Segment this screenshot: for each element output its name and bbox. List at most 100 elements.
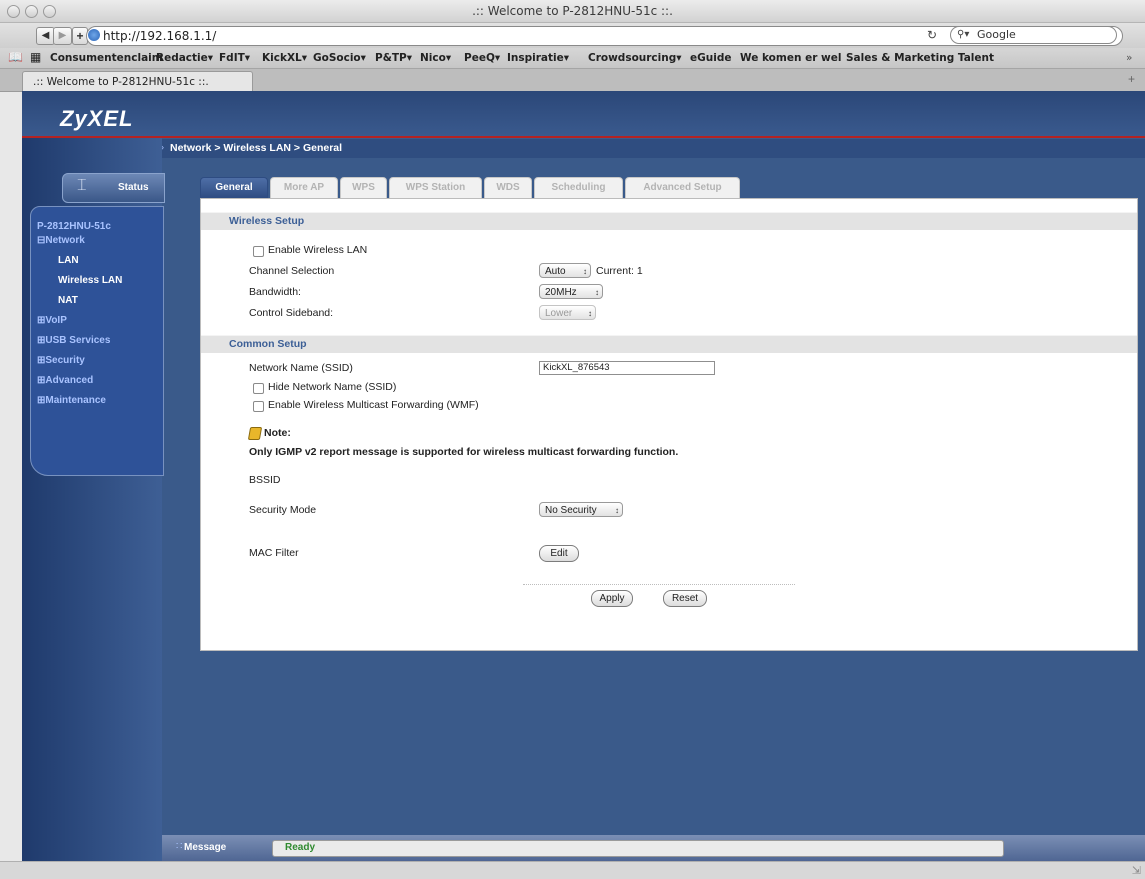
nav-security[interactable]: ⊞Security [37,355,85,366]
tab-wds[interactable]: WDS [484,177,532,198]
select-value: 20MHz [545,287,577,298]
note-title: Note: [264,427,291,439]
router-device-icon: ⌶ [77,177,87,194]
globe-icon [88,29,100,41]
bookmark-item[interactable]: Sales & Marketing Talent [846,52,994,64]
apply-button[interactable]: Apply [591,590,633,607]
tab-general[interactable]: General [200,177,268,198]
top-sites-grid-icon[interactable]: ▦ [30,50,41,64]
ssid-input[interactable] [539,361,715,375]
browser-tab[interactable]: .:: Welcome to P-2812HNU-51c ::. [22,71,253,92]
zyxel-logo: ZyXEL [60,106,134,131]
note-icon [247,427,263,440]
breadcrumb: Network > Wireless LAN > General [170,142,343,154]
new-tab-button[interactable]: + [1128,72,1135,86]
message-bar: ∷ Message Ready [162,835,1145,861]
tab-more-ap[interactable]: More AP [270,177,338,198]
bookmark-item[interactable]: GoSocio▾ [313,52,366,64]
section-title: Common Setup [229,338,307,350]
search-field[interactable]: ⚲▾ Google [950,26,1117,44]
bookmark-item[interactable]: eGuide [690,52,731,64]
header-divider [22,136,1145,138]
bookmark-item[interactable]: FdIT▾ [219,52,250,64]
nav-advanced[interactable]: ⊞Advanced [37,375,93,386]
tab-advanced-setup[interactable]: Advanced Setup [625,177,740,198]
model-name: P-2812HNU-51c [37,221,111,232]
bookmark-item[interactable]: Consumentenclaim [50,52,163,64]
hide-ssid-label: Hide Network Name (SSID) [268,381,397,393]
status-label: Status [118,182,149,193]
forward-button[interactable]: ▶ [53,27,72,45]
stepper-icon: ↕ [588,309,592,318]
tab-wps[interactable]: WPS [340,177,387,198]
nav-label: Maintenance [45,395,106,406]
tab-scheduling[interactable]: Scheduling [534,177,623,198]
bookmark-item[interactable]: P&TP▾ [375,52,412,64]
nav-label: Advanced [45,375,94,386]
search-icon: ⚲▾ [957,29,970,40]
reset-button[interactable]: Reset [663,590,707,607]
note-text: Only IGMP v2 report message is supported… [249,446,679,458]
browser-window: .:: Welcome to P-2812HNU-51c ::. ◀ ▶ + h… [0,0,1145,879]
bookmark-item[interactable]: KickXL▾ [262,52,307,64]
bookmarks-book-icon[interactable]: 📖 [8,50,23,64]
tab-wps-station[interactable]: WPS Station [389,177,482,198]
status-button[interactable]: ⌶ Status [62,173,165,203]
security-mode-label: Security Mode [249,504,317,516]
wmf-label: Enable Wireless Multicast Forwarding (WM… [268,399,479,411]
bookmark-item[interactable]: Redactie▾ [156,52,213,64]
nav-network[interactable]: ⊟Network [37,235,85,246]
nav-label: USB Services [45,335,111,346]
breadcrumb-bar: › Network > Wireless LAN > General [161,139,1145,158]
ssid-label: Network Name (SSID) [249,362,353,374]
bookmarks-overflow-icon[interactable]: » [1126,52,1132,64]
channel-select[interactable]: Auto ↕ [539,263,591,278]
bookmark-item[interactable]: We komen er wel [740,52,841,64]
sideband-select[interactable]: Lower ↕ [539,305,596,320]
nav-voip[interactable]: ⊞VoIP [37,315,67,326]
select-value: Auto [545,266,566,277]
nav-lan[interactable]: LAN [58,255,79,266]
stepper-icon: ↕ [595,288,599,297]
edit-mac-filter-button[interactable]: Edit [539,545,579,562]
hide-ssid-checkbox[interactable] [253,383,264,394]
wireless-setup-header: Wireless Setup [201,212,1137,230]
router-page: ZyXEL › Network > Wireless LAN > General… [22,91,1145,861]
select-value: No Security [545,505,597,516]
mac-filter-label: MAC Filter [249,547,299,559]
nav-maintenance[interactable]: ⊞Maintenance [37,395,106,406]
divider [523,584,795,585]
bookmark-item[interactable]: Inspiratie▾ [507,52,569,64]
settings-panel: Wireless Setup Enable Wireless LAN Chann… [200,198,1138,651]
nav-nat[interactable]: NAT [58,295,78,306]
browser-tab-bar: .:: Welcome to P-2812HNU-51c ::. + [0,69,1145,92]
security-mode-select[interactable]: No Security ↕ [539,502,623,517]
bandwidth-select[interactable]: 20MHz ↕ [539,284,603,299]
browser-status-bar: ⇲ [0,861,1145,879]
enable-wlan-checkbox[interactable] [253,246,264,257]
stepper-icon: ↕ [615,506,619,515]
stepper-icon: ↕ [583,267,587,276]
page-header: ZyXEL [22,91,1145,137]
sideband-label: Control Sideband: [249,307,334,319]
browser-tab-title: .:: Welcome to P-2812HNU-51c ::. [33,76,209,88]
channel-current: Current: 1 [596,265,643,277]
bandwidth-label: Bandwidth: [249,286,301,298]
wmf-checkbox[interactable] [253,401,264,412]
bookmarks-bar: 📖 ▦ Consumentenclaim Redactie▾ FdIT▾ Kic… [0,48,1145,69]
channel-label: Channel Selection [249,265,335,277]
bookmark-item[interactable]: Crowdsourcing▾ [588,52,682,64]
nav-usb-services[interactable]: ⊞USB Services [37,335,110,346]
message-text: Ready [285,842,316,853]
nav-wireless-lan[interactable]: Wireless LAN [58,275,122,286]
enable-wlan-label: Enable Wireless LAN [268,244,368,256]
bookmark-item[interactable]: Nico▾ [420,52,451,64]
message-box: Ready [272,840,1004,857]
resize-grip-icon[interactable]: ⇲ [1132,864,1141,877]
url-text: http://192.168.1.1/ [103,29,217,43]
bssid-label: BSSID [249,474,281,486]
bookmark-item[interactable]: PeeQ▾ [464,52,500,64]
reload-icon[interactable]: ↻ [927,28,937,42]
search-placeholder: Google [977,28,1016,41]
message-label: Message [184,842,227,853]
